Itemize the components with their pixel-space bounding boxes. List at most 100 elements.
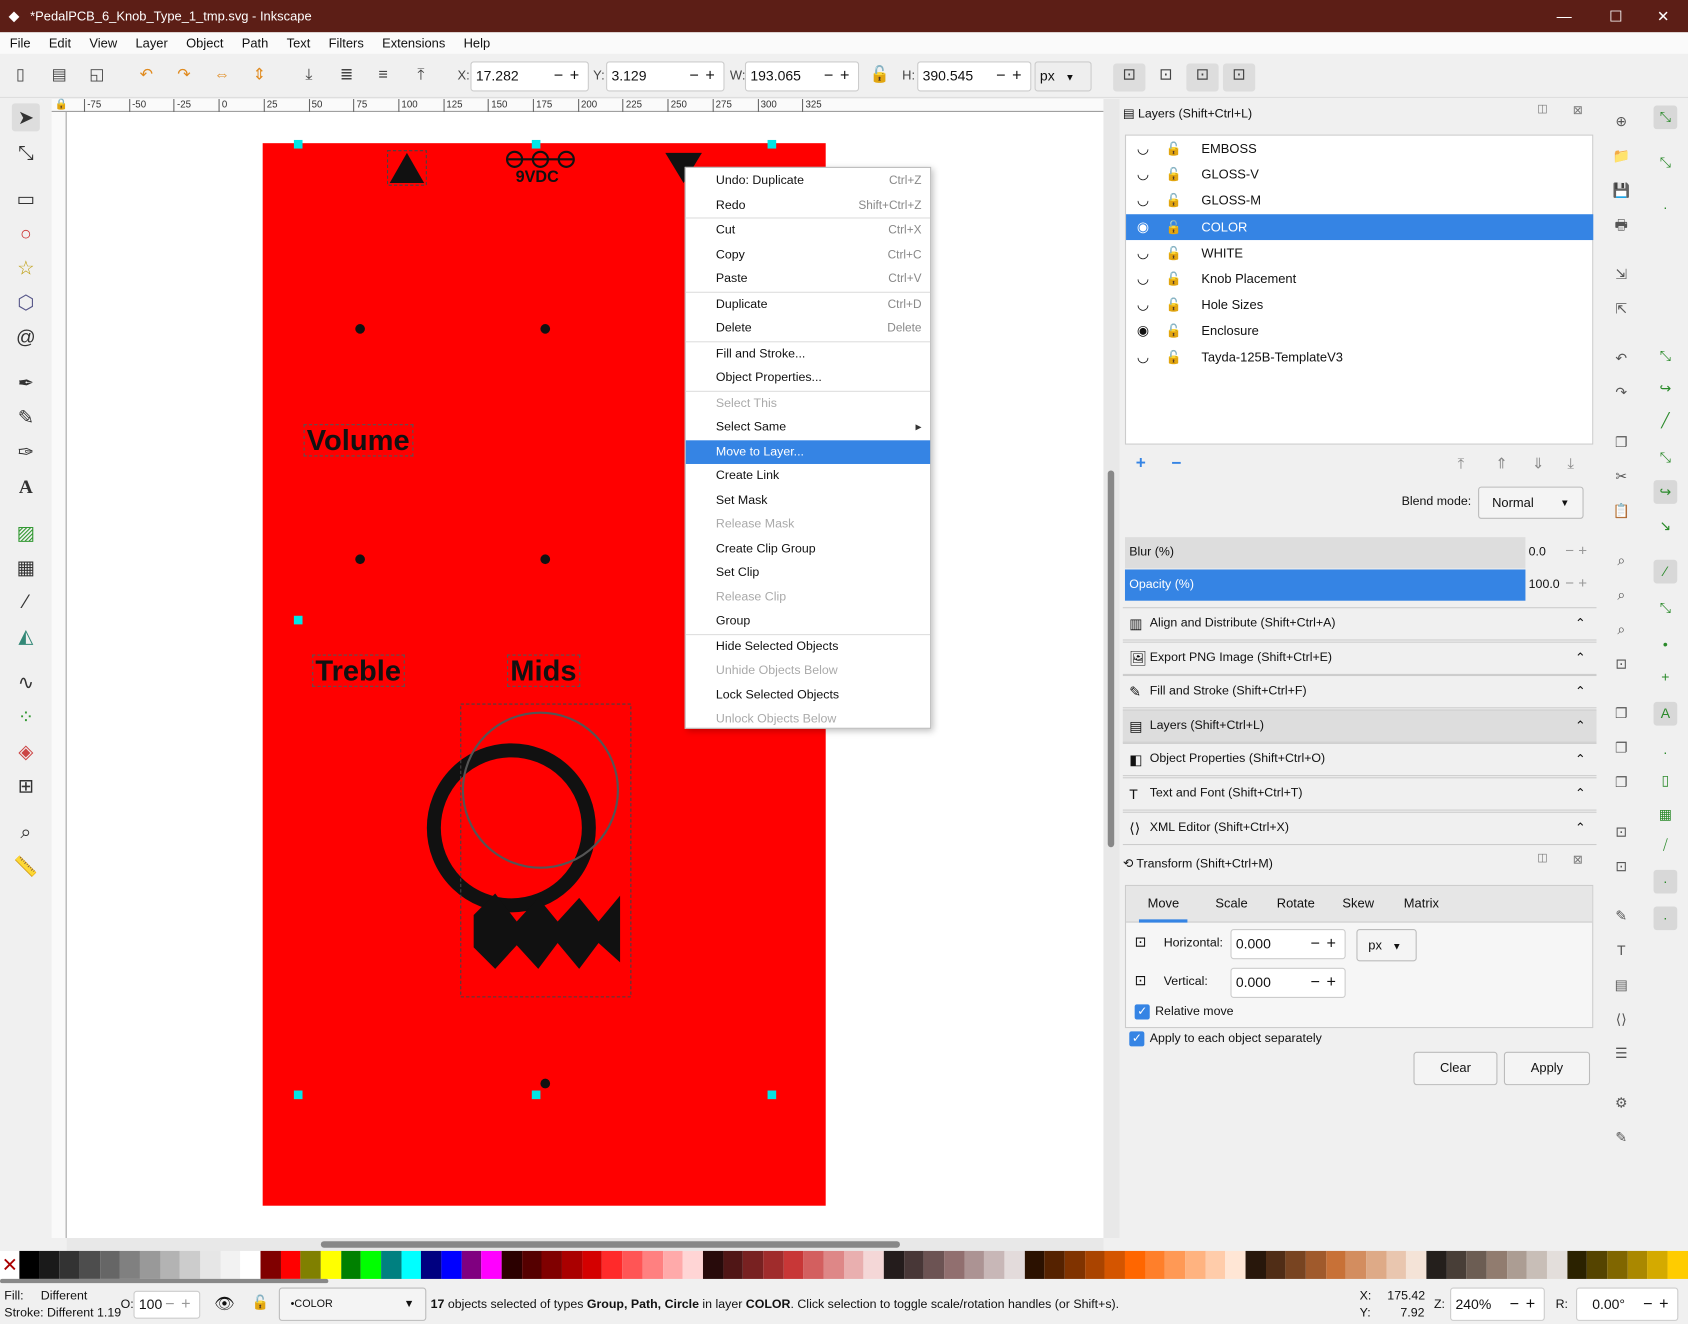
layer-row[interactable]: ◉ 🔓 Enclosure	[1126, 318, 1593, 344]
layer-row[interactable]: ◡ 🔓 GLOSS-V	[1126, 162, 1593, 188]
import-icon[interactable]: ⇲	[1609, 263, 1633, 287]
tab-scale[interactable]: Scale	[1207, 896, 1257, 920]
snap-toggle-icon[interactable]: ↪	[1654, 377, 1678, 401]
menu-path[interactable]: Path	[232, 36, 277, 51]
layer-to-top-icon[interactable]: ⤒	[1458, 454, 1465, 472]
color-swatch[interactable]	[903, 1250, 924, 1279]
layer-down-icon[interactable]: ⇓	[1532, 454, 1545, 472]
no-paint-swatch[interactable]: ✕	[0, 1250, 20, 1279]
horizontal-scrollbar[interactable]	[66, 1238, 1104, 1251]
layers-icon[interactable]: ▤	[1609, 973, 1633, 997]
color-swatch[interactable]	[1426, 1250, 1447, 1279]
docked-panel-export-png-image[interactable]: 🖼 Export PNG Image (Shift+Ctrl+E) ⌃	[1122, 641, 1597, 675]
docked-panel-layers[interactable]: ▤ Layers (Shift+Ctrl+L) ⌃	[1122, 709, 1597, 743]
menu-object[interactable]: Object	[176, 36, 232, 51]
color-swatch[interactable]	[1265, 1250, 1286, 1279]
pencil-tool-icon[interactable]: ✎	[12, 404, 40, 432]
color-swatch[interactable]	[59, 1250, 80, 1279]
clone-icon[interactable]: ❐	[1609, 736, 1633, 760]
context-item-select-same[interactable]: Select Same ▸	[686, 416, 930, 440]
tweak-tool-icon[interactable]: ∿	[12, 669, 40, 697]
color-swatch[interactable]	[340, 1250, 362, 1279]
menu-layer[interactable]: Layer	[126, 36, 177, 51]
spray-tool-icon[interactable]: ⁘	[12, 703, 40, 731]
context-item-move-to-layer[interactable]: Move to Layer...	[685, 439, 931, 464]
gradient-tool-icon[interactable]: ▨	[12, 519, 40, 547]
docked-panel-xml-editor[interactable]: ⟨⟩ XML Editor (Shift+Ctrl+X) ⌃	[1122, 811, 1597, 845]
color-swatch[interactable]	[1024, 1250, 1045, 1279]
color-swatch[interactable]	[1647, 1250, 1668, 1279]
menu-view[interactable]: View	[80, 36, 126, 51]
preferences-icon[interactable]: ⚙	[1609, 1092, 1633, 1116]
eye-closed-icon[interactable]: ◡	[1137, 292, 1149, 318]
connector-tool-icon[interactable]: ⊞	[12, 772, 40, 800]
snap-toggle-icon[interactable]: ↪	[1653, 480, 1678, 504]
color-swatch[interactable]	[1245, 1250, 1266, 1279]
color-swatch[interactable]	[1064, 1250, 1085, 1279]
toggle-lock-icon[interactable]: 🔓	[252, 1294, 269, 1311]
docked-panel-fill-and-stroke[interactable]: ✎ Fill and Stroke (Shift+Ctrl+F) ⌃	[1122, 675, 1597, 709]
rect-tool-icon[interactable]: ▭	[12, 185, 40, 213]
lock-open-icon[interactable]: 🔓	[1166, 136, 1182, 162]
color-swatch[interactable]	[1607, 1250, 1628, 1279]
star-tool-icon[interactable]: ☆	[12, 254, 40, 282]
context-item-create-clip-group[interactable]: Create Clip Group	[686, 537, 930, 561]
blur-slider[interactable]: Blur (%)	[1124, 537, 1526, 569]
context-item-undo-duplicate[interactable]: Undo: Duplicate Ctrl+Z	[686, 169, 930, 193]
snap-toggle-icon[interactable]: ·	[1654, 741, 1678, 765]
maximize-button[interactable]: ☐	[1591, 0, 1641, 32]
snap-toggle-icon[interactable]: A	[1653, 701, 1678, 726]
zoom-stepper[interactable]: −+	[1510, 1289, 1542, 1320]
close-button[interactable]: ✕	[1638, 0, 1688, 32]
fill-indicator[interactable]: Fill: Different	[4, 1290, 87, 1303]
color-swatch[interactable]	[1526, 1250, 1548, 1279]
snap-toggle-icon[interactable]: ▯	[1654, 769, 1678, 793]
lower-icon[interactable]: ≣	[335, 64, 359, 88]
color-swatch[interactable]	[541, 1250, 563, 1279]
mesh-tool-icon[interactable]: ▦	[12, 553, 40, 581]
copy-icon[interactable]: ❐	[1609, 431, 1633, 455]
color-swatch[interactable]	[1285, 1250, 1306, 1279]
scale-stroke-icon[interactable]: ⊡	[1113, 63, 1146, 92]
snap-toggle-icon[interactable]: ▦	[1654, 803, 1678, 827]
color-swatch[interactable]	[1124, 1250, 1146, 1279]
lower-to-bottom-icon[interactable]: ⤓	[297, 64, 321, 88]
eye-closed-icon[interactable]: ◡	[1137, 136, 1149, 162]
relative-move-checkbox[interactable]: ✓ Relative move	[1134, 1004, 1234, 1020]
color-swatch[interactable]	[562, 1250, 583, 1279]
undo-icon[interactable]: ↶	[1609, 347, 1633, 371]
context-item-object-properties[interactable]: Object Properties...	[686, 366, 930, 390]
layer-row[interactable]: ◡ 🔓 WHITE	[1126, 240, 1593, 266]
volume-label[interactable]: Volume	[303, 424, 413, 457]
color-swatch[interactable]	[1145, 1250, 1166, 1279]
scrollbar-thumb[interactable]	[1107, 470, 1115, 848]
color-swatch[interactable]	[722, 1250, 744, 1279]
lock-open-icon[interactable]: 🔓	[1166, 240, 1182, 266]
snap-toggle-icon[interactable]: ·	[1653, 869, 1678, 894]
move-patterns-icon[interactable]: ⊡	[1222, 63, 1256, 92]
zoom-drawing-icon[interactable]: ⌕	[1609, 583, 1633, 607]
unlink-clone-icon[interactable]: ❐	[1609, 771, 1633, 795]
color-swatch[interactable]	[1406, 1250, 1427, 1279]
color-swatch[interactable]	[1466, 1250, 1487, 1279]
docked-panel-object-properties[interactable]: ◧ Object Properties (Shift+Ctrl+O) ⌃	[1122, 743, 1597, 777]
color-swatch[interactable]	[1205, 1250, 1226, 1279]
undock-icon[interactable]: ◫	[1537, 853, 1547, 865]
raise-icon[interactable]: ≡	[371, 64, 395, 88]
print-icon[interactable]: 🖶	[1609, 213, 1633, 237]
document-properties-icon[interactable]: ✎	[1609, 1126, 1633, 1150]
color-swatch[interactable]	[220, 1250, 241, 1279]
rotation-stepper[interactable]: −+	[1643, 1289, 1675, 1320]
zoom-page-icon[interactable]: ⌕	[1609, 618, 1633, 642]
flip-vertical-icon[interactable]: ⇕	[248, 64, 272, 88]
raise-to-top-icon[interactable]: ⤒	[409, 64, 433, 88]
blur-stepper[interactable]: − +	[1565, 541, 1587, 558]
w-field[interactable]: 193.065 −+	[744, 61, 860, 92]
minimize-button[interactable]: —	[1539, 0, 1589, 32]
resize-page-icon[interactable]: ⊡	[1609, 652, 1633, 676]
undock-icon[interactable]: ◫	[1537, 103, 1547, 115]
vertical-scrollbar[interactable]	[1103, 99, 1120, 1239]
menu-edit[interactable]: Edit	[39, 36, 80, 51]
pen-tool-icon[interactable]: ✒	[12, 369, 40, 397]
eye-closed-icon[interactable]: ◡	[1137, 266, 1149, 292]
